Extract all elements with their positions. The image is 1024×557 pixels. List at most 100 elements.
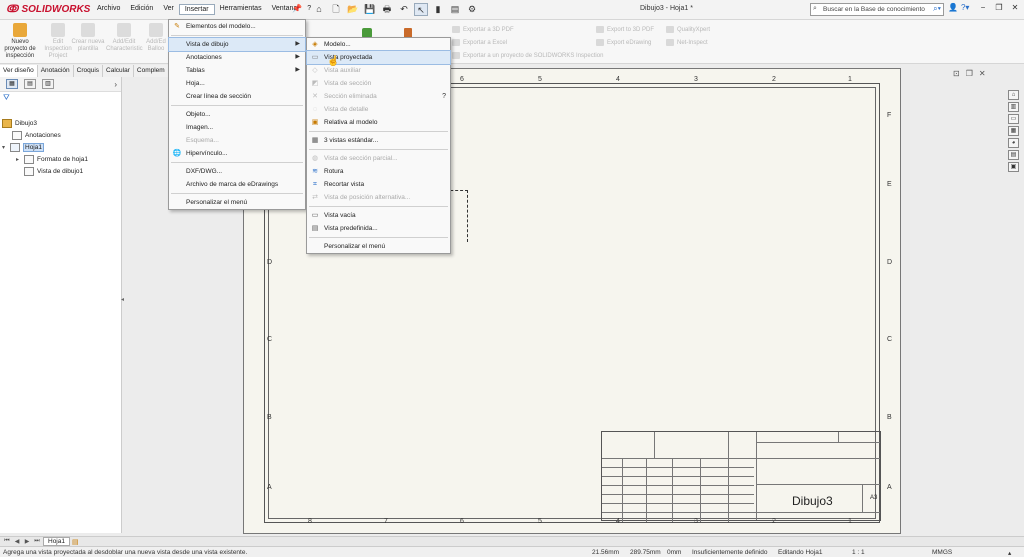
submenu-item-personalizar[interactable]: Personalizar el menú: [307, 240, 450, 253]
add-sheet-icon[interactable]: ▤: [72, 538, 79, 546]
collapse-arrow-icon[interactable]: ▾: [2, 144, 10, 151]
file-properties-icon[interactable]: ▤: [448, 3, 462, 16]
property-manager-tab-icon[interactable]: ▤: [24, 79, 36, 89]
menu-item-crear-linea-seccion[interactable]: Crear línea de sección: [169, 90, 305, 103]
submenu-item-recortar-vista[interactable]: ⌗ Recortar vista: [307, 178, 450, 191]
forum-icon[interactable]: ▣: [1008, 162, 1019, 172]
options-gear-icon[interactable]: ⚙: [465, 3, 479, 16]
menu-item-objeto[interactable]: Objeto...: [169, 108, 305, 121]
new-inspection-project-button[interactable]: Nuevo proyecto de inspección: [2, 23, 38, 60]
filter-icon[interactable]: ⛛: [3, 93, 10, 103]
submenu-item-vista-detalle[interactable]: ◌ Vista de detalle: [307, 103, 450, 116]
menu-item-hipervinculo[interactable]: 🌐 Hipervínculo...: [169, 147, 305, 160]
config-manager-tab-icon[interactable]: ▥: [42, 79, 54, 89]
tree-item-hoja1[interactable]: ▾ Hoja1: [2, 141, 88, 153]
submenu-item-modelo[interactable]: ◈ Modelo...: [307, 38, 450, 51]
tab-croquis[interactable]: Croquis: [73, 65, 104, 77]
menu-item-hoja[interactable]: Hoja...: [169, 77, 305, 90]
menu-item-vista-dibujo[interactable]: Vista de dibujo ▶: [168, 37, 306, 52]
undo-icon[interactable]: ↶: [397, 3, 411, 16]
select-cursor-icon[interactable]: ↖: [414, 3, 428, 16]
tab-calcular[interactable]: Calcular: [103, 65, 134, 77]
solidworks-logo[interactable]: ↂ SOLIDWORKS: [6, 4, 90, 15]
first-sheet-icon[interactable]: ⏮: [3, 538, 11, 545]
export-excel-item[interactable]: Exportar a Excel: [452, 39, 507, 46]
help-icon[interactable]: ?▾: [961, 3, 969, 12]
tile-icon[interactable]: ⊡: [953, 69, 960, 78]
menu-item-marca-edrawings[interactable]: Archivo de marca de eDrawings: [169, 178, 305, 191]
window-restore-icon[interactable]: ❐: [966, 69, 973, 78]
add-edit-balloon-button[interactable]: Add/Ed Balloo: [142, 23, 170, 53]
tree-item-vista-dibujo[interactable]: Vista de dibujo1: [2, 165, 88, 177]
view-palette-icon[interactable]: ▦: [1008, 126, 1019, 136]
tree-item-formato-hoja[interactable]: ▸ Formato de hoja1: [2, 153, 88, 165]
qualityxpert-item[interactable]: QualityXpert: [666, 26, 710, 33]
restore-icon[interactable]: ❐: [994, 3, 1004, 12]
print-icon[interactable]: 🖶: [380, 3, 394, 16]
create-template-button[interactable]: Crear nueva plantilla: [70, 23, 106, 53]
minimize-icon[interactable]: −: [978, 3, 988, 12]
submenu-item-seccion-eliminada[interactable]: ✕ Sección eliminada?: [307, 90, 450, 103]
units-dropdown-icon[interactable]: ▴: [1008, 549, 1011, 557]
home-icon[interactable]: ⌂: [312, 3, 326, 16]
open-folder-icon[interactable]: 📂: [346, 3, 360, 16]
export-to-3d-pdf-item[interactable]: Export to 3D PDF: [596, 26, 654, 33]
menu-item-elementos-modelo[interactable]: ✎ Elementos del modelo...: [169, 20, 305, 33]
menu-insertar[interactable]: Insertar: [178, 4, 215, 15]
menu-item-anotaciones[interactable]: Anotaciones ▶: [169, 51, 305, 64]
menu-edicion[interactable]: Edición: [125, 4, 158, 15]
window-close-icon[interactable]: ✕: [979, 69, 986, 78]
chevron-right-icon[interactable]: ›: [114, 80, 117, 89]
appearances-icon[interactable]: ◕: [1008, 138, 1019, 148]
submenu-item-vista-vacia[interactable]: ▭ Vista vacía: [307, 209, 450, 222]
last-sheet-icon[interactable]: ⏭: [33, 538, 41, 545]
feature-manager-tab-icon[interactable]: ▦: [6, 79, 18, 89]
tab-ver-diseno[interactable]: Ver diseño: [0, 65, 38, 77]
file-explorer-icon[interactable]: ▭: [1008, 114, 1019, 124]
design-library-icon[interactable]: ▥: [1008, 102, 1019, 112]
menu-item-dxf-dwg[interactable]: DXF/DWG...: [169, 165, 305, 178]
submenu-item-vista-predefinida[interactable]: ▤ Vista predefinida...: [307, 222, 450, 235]
custom-properties-icon[interactable]: ▤: [1008, 150, 1019, 160]
menu-item-esquema[interactable]: Esquema...: [169, 134, 305, 147]
add-edit-characteristic-button[interactable]: Add/Edit Characteristic: [106, 23, 143, 53]
panel-collapse-handle[interactable]: ◂: [121, 296, 124, 303]
menu-archivo[interactable]: Archivo: [92, 4, 125, 15]
submenu-item-rotura[interactable]: ≋ Rotura: [307, 165, 450, 178]
traffic-light-icon[interactable]: ▮: [431, 3, 445, 16]
submenu-item-vista-seccion[interactable]: ◩ Vista de sección: [307, 77, 450, 90]
search-dropdown-icon[interactable]: ⌕▾: [933, 4, 941, 14]
menu-herramientas[interactable]: Herramientas: [215, 4, 267, 15]
menu-item-personalizar[interactable]: Personalizar el menú: [169, 196, 305, 209]
status-units[interactable]: MMGS: [932, 549, 952, 556]
export-3d-pdf-item[interactable]: Exportar a 3D PDF: [452, 26, 514, 33]
help-circle-icon[interactable]: ?: [442, 90, 446, 103]
user-icon[interactable]: 👤: [948, 3, 958, 12]
tab-complementos[interactable]: Complem: [133, 65, 169, 77]
menu-ver[interactable]: Ver: [158, 4, 179, 15]
sheet-tab-hoja1[interactable]: Hoja1: [43, 537, 70, 546]
submenu-item-3-vistas[interactable]: ▦ 3 vistas estándar...: [307, 134, 450, 147]
menu-item-imagen[interactable]: Imagen...: [169, 121, 305, 134]
menu-item-tablas[interactable]: Tablas ▶: [169, 64, 305, 77]
new-document-icon[interactable]: 🗋: [329, 3, 343, 16]
pin-icon[interactable]: 📌: [292, 4, 302, 13]
close-icon[interactable]: ✕: [1010, 3, 1020, 12]
drawing-view-submenu: ◈ Modelo... ▭ Vista proyectada ◇ Vista auxi…: [306, 37, 451, 254]
net-inspect-item[interactable]: Net-Inspect: [666, 39, 708, 46]
submenu-item-relativa-modelo[interactable]: ▣ Relativa al modelo: [307, 116, 450, 129]
next-sheet-icon[interactable]: ▶: [23, 538, 31, 545]
knowledge-base-search[interactable]: ⌕ Buscar en la Base de conocimiento ⌕▾: [810, 3, 944, 16]
prev-sheet-icon[interactable]: ◀: [13, 538, 21, 545]
submenu-item-seccion-parcial[interactable]: ◍ Vista de sección parcial...: [307, 152, 450, 165]
status-scale[interactable]: 1 : 1: [852, 549, 865, 556]
submenu-item-posicion-alternativa[interactable]: ⇄ Vista de posición alternativa...: [307, 191, 450, 204]
export-edrawing-item[interactable]: Export eDrawing: [596, 39, 651, 46]
export-inspection-project-item[interactable]: Exportar a un proyecto de SOLIDWORKS Ins…: [452, 52, 603, 59]
tree-root[interactable]: Dibujo3: [2, 117, 88, 129]
tree-item-anotaciones[interactable]: Anotaciones: [2, 129, 88, 141]
tab-anotacion[interactable]: Anotación: [37, 65, 74, 77]
home-task-icon[interactable]: ⌂: [1008, 90, 1019, 100]
expand-arrow-icon[interactable]: ▸: [16, 156, 24, 163]
save-icon[interactable]: 💾: [363, 3, 377, 16]
